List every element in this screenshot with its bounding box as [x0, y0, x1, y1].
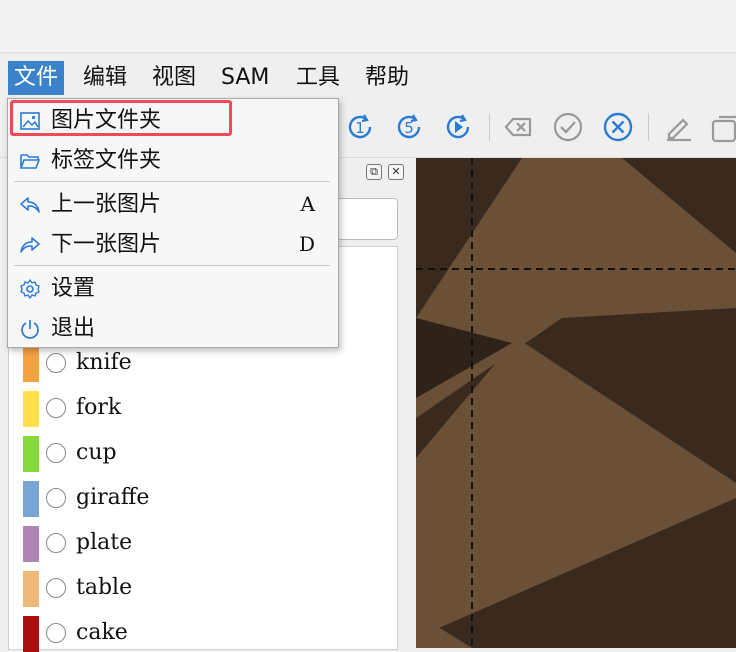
menu-tools[interactable]: 工具 [290, 61, 346, 95]
list-item[interactable]: fork [21, 391, 381, 427]
label-radio[interactable] [46, 578, 66, 598]
play-next-icon[interactable] [440, 109, 476, 145]
edit-pencil-icon[interactable] [660, 109, 696, 145]
svg-text:1: 1 [355, 119, 365, 137]
window-titlebar [0, 0, 736, 53]
label-radio[interactable] [46, 623, 66, 643]
label-color-swatch [23, 391, 39, 427]
menu-item-settings[interactable]: 设置 [9, 270, 337, 308]
cancel-circle-icon[interactable] [600, 109, 636, 145]
menu-item-label: 退出 [51, 316, 96, 341]
list-item[interactable]: cup [21, 436, 381, 472]
menu-sam[interactable]: SAM [215, 61, 275, 95]
menu-file[interactable]: 文件 [8, 61, 65, 95]
menu-bar: 文件 编辑 视图 SAM 工具 帮助 [0, 53, 736, 99]
dock-close-button[interactable]: ✕ [388, 164, 404, 180]
label-name: giraffe [76, 485, 150, 510]
menu-item-label: 标签文件夹 [51, 148, 162, 173]
jump-1-icon[interactable]: 1 [342, 109, 378, 145]
svg-text:5: 5 [404, 119, 414, 137]
menu-separator [14, 265, 330, 266]
arrow-forward-icon [20, 237, 40, 253]
jump-5-icon[interactable]: 5 [391, 109, 427, 145]
label-radio[interactable] [46, 533, 66, 553]
label-name: cake [76, 620, 128, 645]
label-color-swatch [23, 346, 39, 382]
check-circle-icon[interactable] [550, 109, 586, 145]
menu-item-label: 上一张图片 [51, 192, 162, 217]
menu-item-prev-image[interactable]: 上一张图片 A [9, 186, 337, 224]
label-radio[interactable] [46, 443, 66, 463]
label-color-swatch [23, 526, 39, 562]
list-item[interactable]: giraffe [21, 481, 381, 517]
label-radio[interactable] [46, 353, 66, 373]
label-name: cup [76, 440, 117, 465]
menu-item-exit[interactable]: 退出 [9, 310, 337, 348]
menu-item-shortcut: D [298, 232, 315, 256]
menu-view[interactable]: 视图 [146, 61, 202, 95]
menu-item-label: 设置 [51, 276, 96, 301]
label-color-swatch [23, 616, 39, 652]
toolbar-separator [489, 113, 490, 141]
list-item[interactable]: cake [21, 616, 381, 652]
list-item[interactable]: plate [21, 526, 381, 562]
label-radio[interactable] [46, 398, 66, 418]
label-color-swatch [23, 481, 39, 517]
label-name: plate [76, 530, 133, 555]
label-name: fork [76, 395, 122, 420]
annotation-canvas[interactable] [412, 158, 736, 648]
toolbar-separator [648, 113, 649, 141]
dock-float-button[interactable]: ⧉ [366, 164, 382, 180]
power-icon [21, 320, 39, 339]
label-name: table [76, 575, 133, 600]
label-name: knife [76, 350, 132, 375]
copy-icon[interactable] [708, 109, 736, 145]
menu-edit[interactable]: 编辑 [77, 61, 133, 95]
list-item[interactable]: table [21, 571, 381, 607]
menu-item-label: 下一张图片 [51, 232, 162, 257]
menu-help[interactable]: 帮助 [359, 61, 415, 95]
list-item[interactable]: knife [21, 346, 381, 382]
canvas-image[interactable] [412, 158, 736, 648]
label-color-swatch [23, 571, 39, 607]
arrow-back-icon [20, 197, 40, 213]
menu-separator [14, 181, 330, 182]
label-radio[interactable] [46, 488, 66, 508]
menu-item-label-folder[interactable]: 标签文件夹 [9, 142, 337, 180]
folder-open-icon [20, 154, 41, 169]
menu-item-shortcut: A [300, 192, 315, 216]
delete-backspace-icon[interactable] [500, 109, 536, 145]
highlight-annotation [10, 100, 232, 136]
gear-icon [20, 279, 40, 299]
menu-item-next-image[interactable]: 下一张图片 D [9, 226, 337, 264]
label-color-swatch [23, 436, 39, 472]
